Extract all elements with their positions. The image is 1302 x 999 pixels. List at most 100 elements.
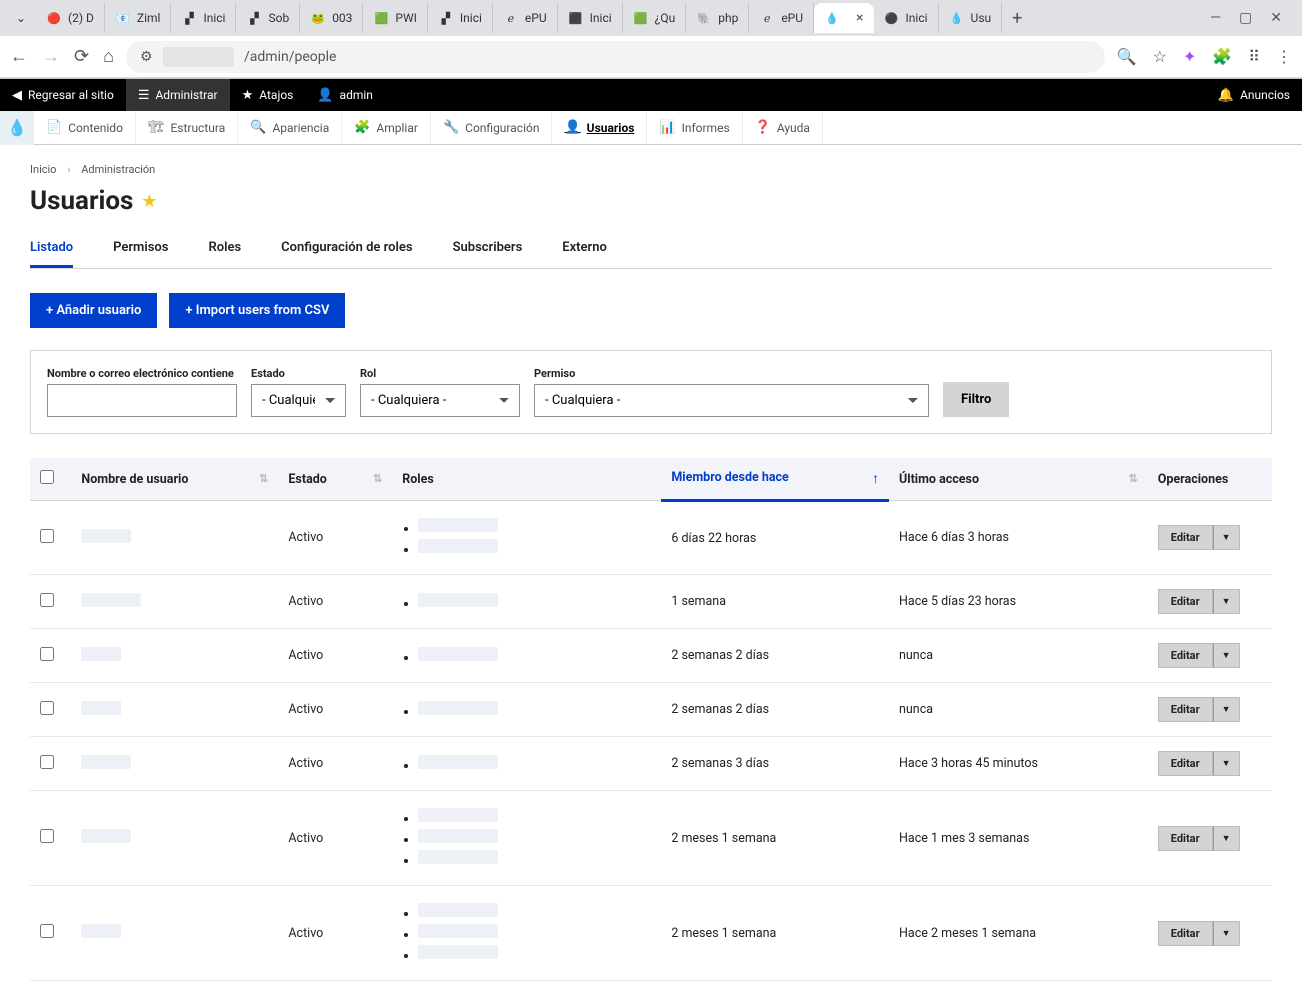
manage-toggle[interactable]: ☰ Administrar	[126, 79, 230, 111]
filter-button[interactable]: Filtro	[943, 382, 1009, 417]
breadcrumb-home[interactable]: Inicio	[30, 163, 56, 176]
filter-permiso-select[interactable]: - Cualquiera -	[534, 384, 929, 417]
browser-tab[interactable]: 🐘php	[686, 3, 749, 33]
row-checkbox[interactable]	[40, 701, 54, 715]
add-user-button[interactable]: + Añadir usuario	[30, 293, 157, 328]
cell-acceso: Hace 3 horas 45 minutos	[889, 737, 1148, 791]
browser-tab[interactable]: 💧Usu	[939, 3, 1003, 33]
admin-menu-item[interactable]: 🔧Configuración	[431, 111, 553, 144]
breadcrumb-admin[interactable]: Administración	[81, 163, 155, 176]
redacted-username[interactable]	[81, 924, 121, 938]
local-tab[interactable]: Permisos	[113, 230, 168, 268]
dropdown-toggle[interactable]: ▼	[1213, 921, 1240, 946]
edit-button[interactable]: Editar	[1158, 826, 1213, 851]
admin-menu-item[interactable]: 🔍Apariencia	[238, 111, 342, 144]
dropdown-toggle[interactable]: ▼	[1213, 589, 1240, 614]
local-tab[interactable]: Listado	[30, 230, 73, 268]
row-checkbox[interactable]	[40, 593, 54, 607]
th-miembro[interactable]: Miembro desde hace ↑	[661, 458, 889, 501]
edit-button[interactable]: Editar	[1158, 751, 1213, 776]
extension-icon[interactable]: ✦	[1183, 47, 1196, 66]
admin-menu-item[interactable]: 🧩Ampliar	[342, 111, 431, 144]
maximize-icon[interactable]: ▢	[1239, 10, 1252, 26]
local-tab[interactable]: Externo	[562, 230, 607, 268]
row-checkbox[interactable]	[40, 529, 54, 543]
dropdown-toggle[interactable]: ▼	[1213, 751, 1240, 776]
browser-tab[interactable]: ℯePU	[493, 3, 558, 33]
filter-rol-select[interactable]: - Cualquiera -	[360, 384, 520, 417]
redacted-username[interactable]	[81, 829, 131, 843]
browser-tab[interactable]: 🔴(2) D	[36, 3, 105, 33]
admin-menu-item[interactable]: ❓Ayuda	[743, 111, 823, 144]
edit-button[interactable]: Editar	[1158, 921, 1213, 946]
minimize-icon[interactable]: —	[1210, 10, 1221, 26]
browser-tab[interactable]: 🟩¿Qu	[623, 3, 687, 33]
th-acceso[interactable]: Último acceso ⇅	[889, 458, 1148, 501]
browser-tab[interactable]: ▞Inici	[171, 3, 236, 33]
row-checkbox[interactable]	[40, 924, 54, 938]
edit-button[interactable]: Editar	[1158, 697, 1213, 722]
dropdown-toggle[interactable]: ▼	[1213, 697, 1240, 722]
admin-menu-item[interactable]: 🏗Estructura	[136, 111, 238, 144]
tab-dropdown[interactable]: ⌄	[6, 3, 36, 33]
row-checkbox[interactable]	[40, 647, 54, 661]
dropdown-toggle[interactable]: ▼	[1213, 525, 1240, 550]
operations-dropdown: Editar ▼	[1158, 589, 1240, 614]
browser-tab[interactable]: ℯePU	[749, 3, 814, 33]
profile-icon[interactable]: ⠿	[1248, 47, 1260, 66]
new-tab-button[interactable]: +	[1002, 2, 1032, 35]
redacted-username[interactable]	[81, 701, 121, 715]
site-settings-icon[interactable]: ⚙	[140, 49, 153, 65]
filter-name-input[interactable]	[47, 384, 237, 417]
back-to-site[interactable]: ◀ Regresar al sitio	[0, 79, 126, 111]
edit-button[interactable]: Editar	[1158, 643, 1213, 668]
close-icon[interactable]: ✕	[1270, 10, 1282, 26]
favorite-star-icon[interactable]: ★	[141, 191, 157, 212]
home-icon[interactable]: ⌂	[103, 46, 114, 67]
admin-menu-item[interactable]: 📊Informes	[647, 111, 742, 144]
extensions-icon[interactable]: 🧩	[1212, 47, 1232, 66]
redacted-username[interactable]	[81, 529, 131, 543]
bookmark-icon[interactable]: ☆	[1153, 47, 1167, 66]
shortcuts-menu[interactable]: ★ Atajos	[230, 79, 306, 111]
browser-tab[interactable]: 📧Ziml	[105, 3, 172, 33]
filter-estado-select[interactable]: - Cualquiera -	[251, 384, 346, 417]
redacted-username[interactable]	[81, 593, 141, 607]
th-estado[interactable]: Estado ⇅	[278, 458, 392, 501]
import-users-button[interactable]: + Import users from CSV	[169, 293, 345, 328]
edit-button[interactable]: Editar	[1158, 525, 1213, 550]
reload-icon[interactable]: ⟳	[74, 46, 89, 67]
browser-tab[interactable]: ⚫Inici	[874, 3, 939, 33]
admin-menu-item[interactable]: 👤Usuarios	[552, 111, 647, 144]
th-username[interactable]: Nombre de usuario ⇅	[71, 458, 278, 501]
close-tab-icon[interactable]: ×	[856, 10, 863, 26]
browser-tab[interactable]: ⬛Inici	[558, 3, 623, 33]
user-menu[interactable]: 👤 admin	[305, 79, 385, 111]
zoom-icon[interactable]: 🔍	[1117, 47, 1137, 66]
redacted-username[interactable]	[81, 647, 121, 661]
row-checkbox[interactable]	[40, 829, 54, 843]
redacted-username[interactable]	[81, 755, 131, 769]
local-tab[interactable]: Subscribers	[453, 230, 523, 268]
role-item	[418, 808, 651, 826]
drupal-logo[interactable]: 💧	[0, 111, 34, 145]
forward-icon[interactable]: →	[42, 46, 60, 67]
select-all-checkbox[interactable]	[40, 470, 54, 484]
browser-tab[interactable]: 🟩PWI	[363, 3, 427, 33]
browser-tab[interactable]: ▞Inici	[428, 3, 493, 33]
url-bar[interactable]: ⚙ /admin/people	[126, 41, 1105, 73]
menu-icon[interactable]: ⋮	[1276, 47, 1292, 66]
edit-button[interactable]: Editar	[1158, 589, 1213, 614]
announcements[interactable]: 🔔 Anuncios	[1206, 79, 1302, 111]
admin-menu-item[interactable]: 📄Contenido	[34, 111, 136, 144]
row-checkbox[interactable]	[40, 755, 54, 769]
browser-tab[interactable]: ▞Sob	[236, 3, 300, 33]
local-tab[interactable]: Roles	[208, 230, 241, 268]
local-tab[interactable]: Configuración de roles	[281, 230, 412, 268]
dropdown-toggle[interactable]: ▼	[1213, 826, 1240, 851]
browser-tab[interactable]: 💧×	[814, 3, 873, 33]
cell-estado: Activo	[278, 575, 392, 629]
back-icon[interactable]: ←	[10, 46, 28, 67]
dropdown-toggle[interactable]: ▼	[1213, 643, 1240, 668]
browser-tab[interactable]: 🐸003	[300, 3, 363, 33]
